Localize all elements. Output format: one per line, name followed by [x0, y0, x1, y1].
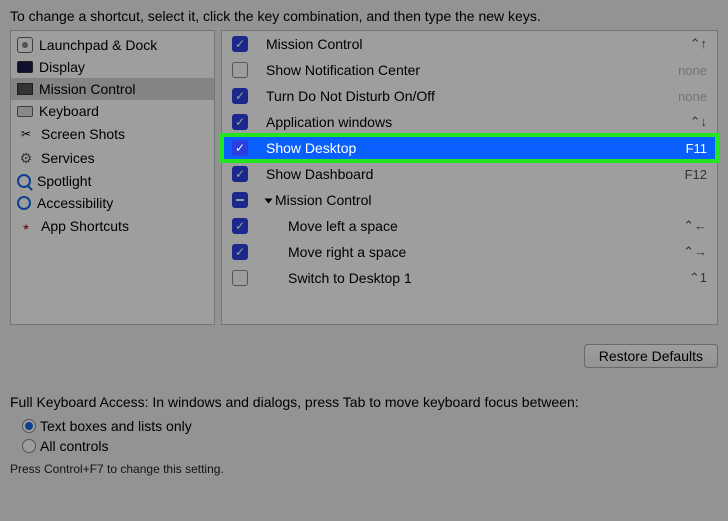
- fka-radio-textboxes[interactable]: [22, 419, 36, 433]
- services-icon: [17, 149, 35, 167]
- shortcut-key[interactable]: none: [678, 63, 707, 78]
- shortcut-label: Move left a space: [266, 218, 683, 234]
- fka-hint: Press Control+F7 to change this setting.: [10, 462, 579, 476]
- shortcut-row[interactable]: ✓ Application windows⌃↓: [222, 109, 717, 135]
- shortcut-key[interactable]: F11: [686, 141, 707, 156]
- sidebar-item-keyboard[interactable]: Keyboard: [11, 100, 214, 122]
- sidebar-item-label: Mission Control: [39, 81, 135, 97]
- shortcut-checkbox[interactable]: ✓: [232, 244, 248, 260]
- shortcut-label: Application windows: [266, 114, 690, 130]
- sidebar-item-label: Keyboard: [39, 103, 99, 119]
- appshort-icon: [17, 217, 35, 235]
- shortcut-row[interactable]: ✓ Show DesktopF11: [222, 135, 717, 161]
- shortcut-key[interactable]: ⌃↓: [690, 114, 707, 130]
- sidebar-item-display[interactable]: Display: [11, 56, 214, 78]
- category-sidebar: Launchpad & Dock Display Mission Control Ke…: [10, 30, 215, 325]
- sidebar-item-spotlight[interactable]: Spotlight: [11, 170, 214, 192]
- launchpad-icon: [17, 37, 33, 53]
- shortcut-key[interactable]: ⌃1: [689, 270, 707, 286]
- shortcut-label: Show Dashboard: [266, 166, 685, 182]
- shortcut-key[interactable]: ⌃→: [683, 244, 707, 260]
- sidebar-item-launchpad[interactable]: Launchpad & Dock: [11, 34, 214, 56]
- fka-label-allcontrols: All controls: [40, 438, 108, 454]
- shortcut-label: Move right a space: [266, 244, 683, 260]
- sidebar-item-screenshot[interactable]: Screen Shots: [11, 122, 214, 146]
- shortcut-key[interactable]: F12: [685, 167, 707, 182]
- sidebar-item-access[interactable]: Accessibility: [11, 192, 214, 214]
- shortcut-checkbox[interactable]: [232, 270, 248, 286]
- sidebar-item-appshort[interactable]: App Shortcuts: [11, 214, 214, 238]
- shortcut-checkbox[interactable]: ✓: [232, 114, 248, 130]
- shortcut-key[interactable]: ⌃←: [683, 218, 707, 234]
- shortcut-checkbox[interactable]: ✓: [232, 140, 248, 156]
- sidebar-item-label: Screen Shots: [41, 126, 125, 142]
- instruction-text: To change a shortcut, select it, click t…: [0, 0, 728, 30]
- shortcut-label: Switch to Desktop 1: [266, 270, 689, 286]
- shortcut-label: Show Notification Center: [266, 62, 678, 78]
- shortcut-checkbox[interactable]: ✓: [232, 88, 248, 104]
- shortcut-label: Turn Do Not Disturb On/Off: [266, 88, 678, 104]
- disclosure-triangle-icon[interactable]: [265, 199, 273, 204]
- shortcut-checkbox[interactable]: ✓: [232, 36, 248, 52]
- display-icon: [17, 61, 33, 73]
- keyboard-icon: [17, 106, 33, 117]
- fka-title: Full Keyboard Access: In windows and dia…: [10, 394, 579, 410]
- fka-label-textboxes: Text boxes and lists only: [40, 418, 192, 434]
- mcontrol-icon: [17, 83, 33, 95]
- shortcut-key[interactable]: none: [678, 89, 707, 104]
- sidebar-item-mcontrol[interactable]: Mission Control: [11, 78, 214, 100]
- restore-defaults-button[interactable]: Restore Defaults: [584, 344, 718, 368]
- screenshot-icon: [17, 125, 35, 143]
- fka-radio-allcontrols[interactable]: [22, 439, 36, 453]
- shortcut-checkbox[interactable]: [232, 192, 248, 208]
- shortcut-key[interactable]: ⌃↑: [690, 36, 707, 52]
- sidebar-item-label: Display: [39, 59, 85, 75]
- sidebar-item-services[interactable]: Services: [11, 146, 214, 170]
- shortcut-row[interactable]: Mission Control: [222, 187, 717, 213]
- shortcut-row[interactable]: Switch to Desktop 1⌃1: [222, 265, 717, 291]
- access-icon: [17, 196, 31, 210]
- sidebar-item-label: App Shortcuts: [41, 218, 129, 234]
- shortcut-row[interactable]: ✓ Move right a space⌃→: [222, 239, 717, 265]
- sidebar-item-label: Launchpad & Dock: [39, 37, 157, 53]
- shortcut-checkbox[interactable]: ✓: [232, 218, 248, 234]
- shortcut-label: Show Desktop: [266, 140, 686, 156]
- shortcut-row[interactable]: ✓ Show DashboardF12: [222, 161, 717, 187]
- shortcut-row[interactable]: ✓ Mission Control⌃↑: [222, 31, 717, 57]
- shortcut-checkbox[interactable]: [232, 62, 248, 78]
- shortcut-row[interactable]: ✓ Move left a space⌃←: [222, 213, 717, 239]
- shortcut-row[interactable]: Show Notification Centernone: [222, 57, 717, 83]
- shortcut-label: Mission Control: [266, 36, 690, 52]
- shortcut-row[interactable]: ✓ Turn Do Not Disturb On/Offnone: [222, 83, 717, 109]
- shortcut-checkbox[interactable]: ✓: [232, 166, 248, 182]
- sidebar-item-label: Accessibility: [37, 195, 113, 211]
- shortcut-label: Mission Control: [266, 192, 707, 208]
- spotlight-icon: [17, 174, 31, 188]
- shortcuts-list: ✓Mission Control⌃↑Show Notification Cent…: [221, 30, 718, 325]
- sidebar-item-label: Spotlight: [37, 173, 91, 189]
- sidebar-item-label: Services: [41, 150, 95, 166]
